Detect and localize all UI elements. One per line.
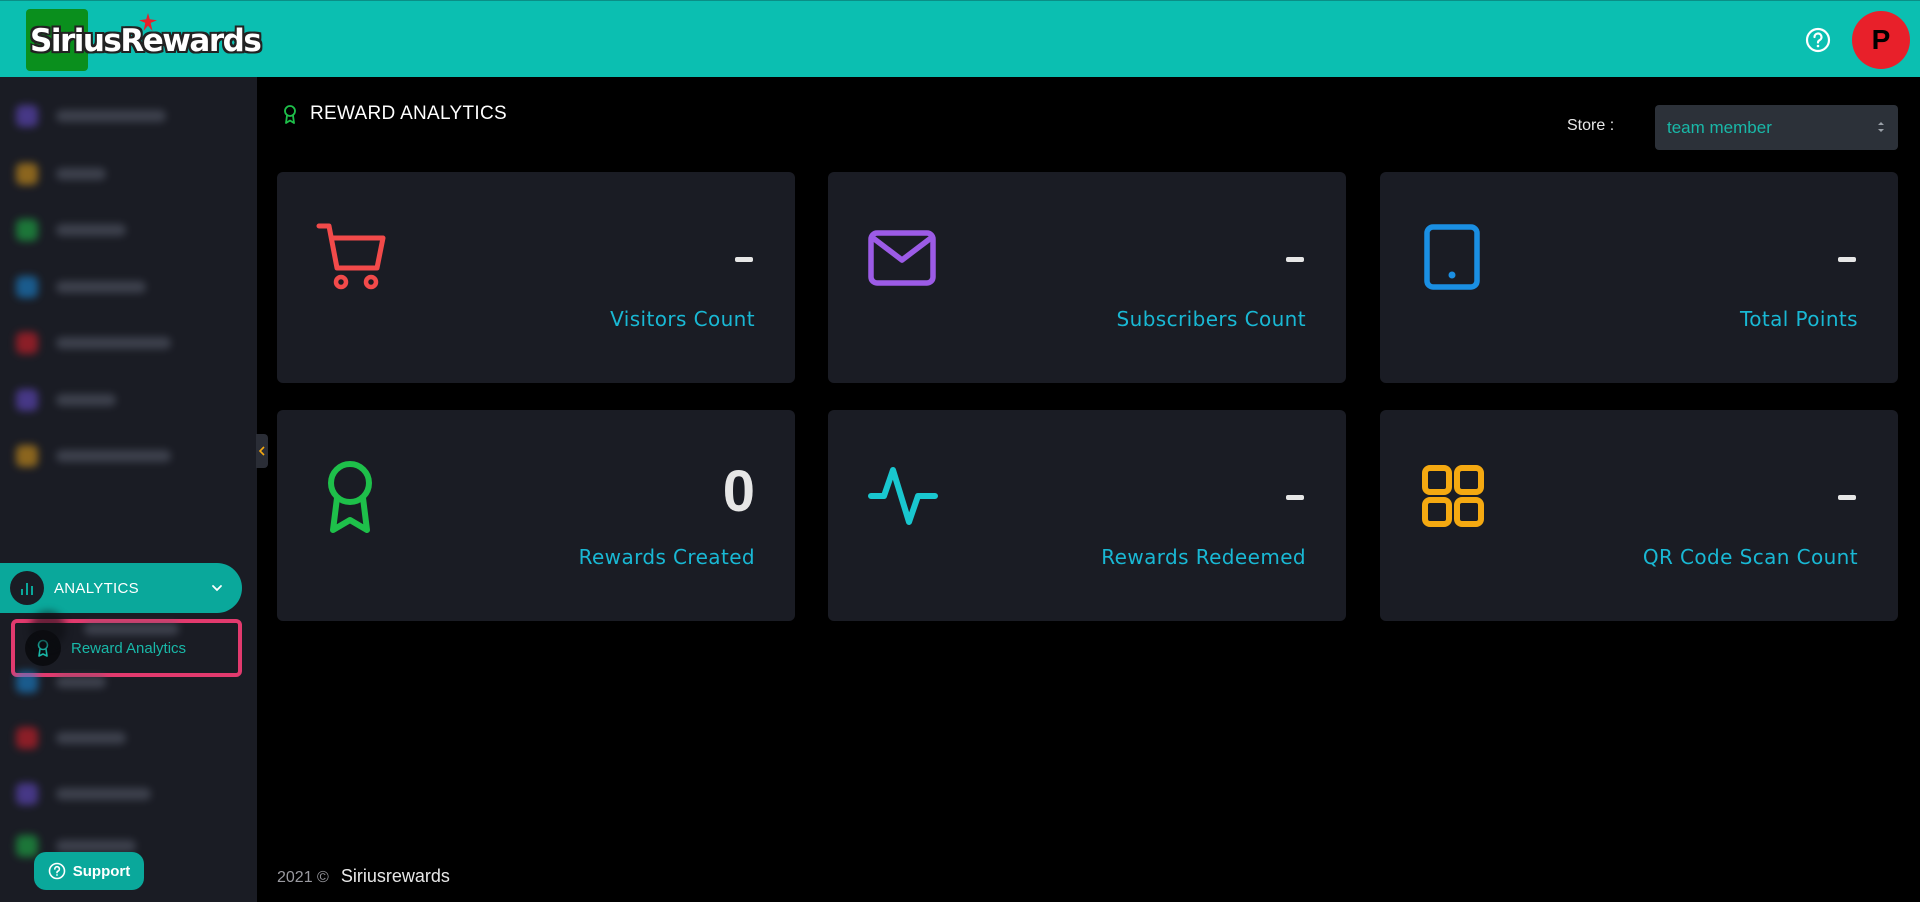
- sidebar-item-blurred[interactable]: [16, 670, 106, 694]
- stat-label: Visitors Count: [610, 307, 755, 331]
- stat-value-placeholder: [1838, 257, 1856, 262]
- help-icon: [48, 862, 66, 880]
- sidebar-item-blurred[interactable]: [16, 218, 126, 242]
- stat-label: Total Points: [1740, 307, 1858, 331]
- stat-card-subscribers: Subscribers Count: [828, 172, 1346, 383]
- stat-value: 0: [722, 459, 755, 524]
- stat-card-total-points: Total Points: [1380, 172, 1898, 383]
- award-icon: [284, 105, 296, 124]
- sidebar-item-blurred[interactable]: [16, 331, 171, 355]
- store-label: Store :: [1567, 117, 1615, 134]
- sidebar-item-blurred[interactable]: [30, 611, 179, 647]
- stat-value-placeholder: [1286, 495, 1304, 500]
- user-avatar[interactable]: P: [1852, 11, 1910, 69]
- mail-icon: [868, 230, 936, 286]
- help-icon[interactable]: [1805, 27, 1831, 53]
- stat-value-placeholder: [1838, 495, 1856, 500]
- sidebar-item-blurred[interactable]: [16, 275, 146, 299]
- grid-icon: [1422, 465, 1484, 527]
- stat-value-placeholder: [1286, 257, 1304, 262]
- activity-icon: [868, 467, 938, 525]
- sidebar-item-blurred[interactable]: [16, 444, 171, 468]
- sidebar-item-blurred[interactable]: [16, 782, 151, 806]
- footer-brand-link[interactable]: Siriusrewards: [341, 866, 450, 887]
- stat-value-placeholder: [735, 257, 753, 262]
- sidebar: ANALYTICS Reward Analytics: [0, 77, 257, 902]
- sidebar-item-label: Reward Analytics: [71, 639, 187, 657]
- stat-label: Rewards Redeemed: [1101, 545, 1306, 569]
- stat-card-visitors: Visitors Count: [277, 172, 795, 383]
- chevron-left-icon: [258, 446, 265, 456]
- sidebar-item-label: ANALYTICS: [54, 579, 139, 597]
- stat-label: Rewards Created: [578, 545, 755, 569]
- sidebar-collapse-toggle[interactable]: [256, 434, 268, 468]
- store-select[interactable]: team member: [1655, 105, 1898, 150]
- bar-chart-icon: [10, 571, 44, 605]
- spark-icon: [139, 13, 157, 31]
- stat-label: Subscribers Count: [1116, 307, 1306, 331]
- sidebar-item-blurred[interactable]: [16, 726, 126, 750]
- copyright-year: 2021 ©: [277, 869, 329, 886]
- tablet-icon: [1424, 224, 1480, 290]
- sort-arrows-icon: [1878, 122, 1884, 132]
- top-bar: SiriusRewards P: [0, 0, 1920, 77]
- stat-label: QR Code Scan Count: [1642, 545, 1858, 569]
- cart-icon: [316, 223, 386, 290]
- chevron-down-icon: [212, 585, 222, 592]
- award-icon: [328, 461, 372, 533]
- sidebar-item-blurred[interactable]: [16, 388, 116, 412]
- footer: 2021 © Siriusrewards: [277, 866, 450, 887]
- stat-card-rewards-created: 0 Rewards Created: [277, 410, 795, 621]
- support-button[interactable]: Support: [34, 852, 144, 890]
- stat-card-qr-scans: QR Code Scan Count: [1380, 410, 1898, 621]
- app-logo[interactable]: SiriusRewards: [26, 9, 266, 71]
- sidebar-item-blurred[interactable]: [16, 162, 106, 186]
- sidebar-item-blurred[interactable]: [16, 104, 166, 128]
- sidebar-item-analytics[interactable]: ANALYTICS: [0, 563, 242, 613]
- page-title: REWARD ANALYTICS: [282, 103, 507, 125]
- stat-card-rewards-redeemed: Rewards Redeemed: [828, 410, 1346, 621]
